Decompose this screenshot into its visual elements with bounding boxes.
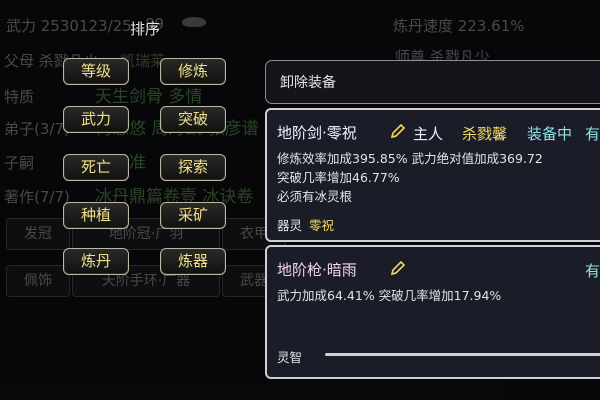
sort-menu-title: 排序 (130, 20, 161, 38)
item-stats-line2: 突破几率增加46.77% (277, 170, 400, 185)
sort-by-death-button[interactable]: 死亡 (63, 154, 129, 181)
sort-by-explore-button[interactable]: 探索 (160, 154, 226, 181)
status-tail: 有 (585, 125, 600, 143)
sort-by-forging-button[interactable]: 炼器 (160, 248, 226, 275)
sort-by-power-button[interactable]: 武力 (63, 106, 129, 133)
spirit-label: 器灵 (277, 218, 303, 233)
equipment-card[interactable]: 地阶剑·零祝 主人 杀戮馨 装备中 有 修炼效率加成395.85% 武力绝对值加… (265, 108, 600, 242)
sort-by-breakthrough-button[interactable]: 突破 (160, 106, 226, 133)
item-stats-line1: 武力加成64.41% 突破几率增加17.94% (277, 288, 502, 303)
unequip-button[interactable]: 卸除装备 (265, 60, 600, 104)
equipment-card[interactable]: 地阶枪·暗雨 有 武力加成64.41% 突破几率增加17.94% 灵智 (265, 245, 600, 379)
spirit-label: 灵智 (277, 350, 303, 365)
item-name: 地阶剑·零祝 (277, 124, 357, 142)
owner-label: 主人 (413, 125, 444, 143)
unequip-label: 卸除装备 (280, 75, 336, 91)
status-tail: 有 (585, 262, 600, 280)
sort-by-cultivation-button[interactable]: 修炼 (160, 58, 226, 85)
sort-by-planting-button[interactable]: 种植 (63, 202, 129, 229)
sort-by-mining-button[interactable]: 采矿 (160, 202, 226, 229)
item-name: 地阶枪·暗雨 (277, 261, 357, 279)
spirit-slider[interactable] (325, 353, 600, 356)
equipped-status: 装备中 (527, 125, 573, 143)
sort-by-alchemy-button[interactable]: 炼丹 (63, 248, 129, 275)
pencil-icon[interactable] (389, 259, 407, 277)
item-stats-line1: 修炼效率加成395.85% 武力绝对值加成369.72 (277, 151, 543, 166)
spirit-name: 零祝 (309, 218, 335, 233)
item-stats-line3: 必须有冰灵根 (277, 189, 353, 204)
owner-name: 杀戮馨 (462, 125, 508, 143)
pencil-icon[interactable] (389, 122, 407, 140)
sort-by-level-button[interactable]: 等级 (63, 58, 129, 85)
